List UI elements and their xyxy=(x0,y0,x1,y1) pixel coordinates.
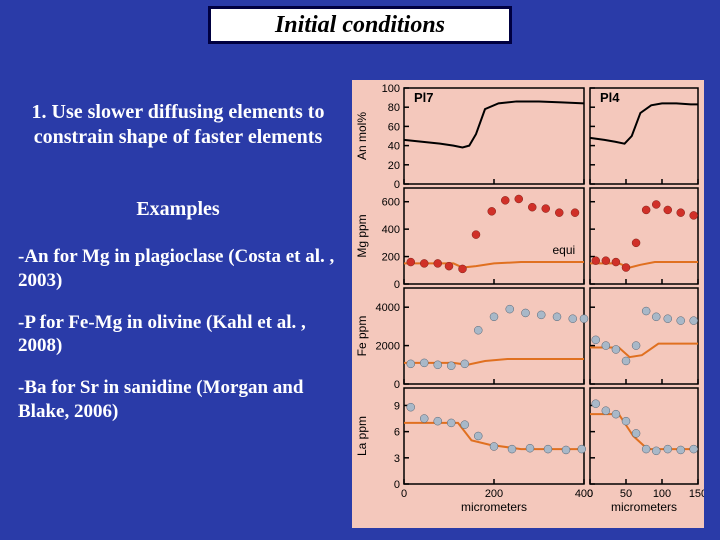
svg-text:0: 0 xyxy=(401,488,407,500)
svg-text:0: 0 xyxy=(394,479,400,491)
point-1: 1. Use slower diffusing elements to cons… xyxy=(18,100,338,150)
svg-text:200: 200 xyxy=(485,488,503,500)
svg-text:micrometers: micrometers xyxy=(461,500,527,514)
left-column: 1. Use slower diffusing elements to cons… xyxy=(18,100,338,442)
svg-text:0: 0 xyxy=(394,179,400,191)
bullet-1: -An for Mg in plagioclase (Costa et al. … xyxy=(18,245,338,293)
svg-text:micrometers: micrometers xyxy=(611,500,677,514)
svg-text:40: 40 xyxy=(388,141,400,153)
chart-panel: 020406080100An mol%Pl7Pl40200400600Mg pp… xyxy=(352,80,704,528)
svg-text:50: 50 xyxy=(620,488,632,500)
svg-text:3: 3 xyxy=(394,453,400,465)
svg-text:An mol%: An mol% xyxy=(355,112,369,160)
svg-text:equi: equi xyxy=(553,243,576,257)
svg-text:100: 100 xyxy=(653,488,671,500)
svg-text:80: 80 xyxy=(388,102,400,114)
svg-text:Pl4: Pl4 xyxy=(600,90,620,105)
svg-text:100: 100 xyxy=(382,83,400,95)
bullet-3: -Ba for Sr in sanidine (Morgan and Blake… xyxy=(18,376,338,424)
chart-svg: 020406080100An mol%Pl7Pl40200400600Mg pp… xyxy=(352,80,704,528)
svg-text:Mg ppm: Mg ppm xyxy=(355,214,369,257)
svg-text:150: 150 xyxy=(689,488,704,500)
svg-text:20: 20 xyxy=(388,160,400,172)
svg-text:2000: 2000 xyxy=(376,341,400,353)
bullet-2: -P for Fe-Mg in olivine (Kahl et al. , 2… xyxy=(18,311,338,359)
slide-title: Initial conditions xyxy=(275,12,445,39)
svg-text:0: 0 xyxy=(587,488,593,500)
svg-text:La ppm: La ppm xyxy=(355,416,369,456)
examples-heading: Examples xyxy=(18,198,338,221)
svg-text:4000: 4000 xyxy=(376,302,400,314)
svg-text:200: 200 xyxy=(382,252,400,264)
svg-text:9: 9 xyxy=(394,400,400,412)
svg-text:Fe ppm: Fe ppm xyxy=(355,316,369,357)
svg-text:600: 600 xyxy=(382,197,400,209)
svg-text:60: 60 xyxy=(388,121,400,133)
svg-text:400: 400 xyxy=(382,224,400,236)
svg-text:0: 0 xyxy=(394,379,400,391)
svg-text:6: 6 xyxy=(394,427,400,439)
svg-text:0: 0 xyxy=(394,279,400,291)
slide-root: Initial conditions 1. Use slower diffusi… xyxy=(0,0,720,540)
title-box: Initial conditions xyxy=(208,6,512,44)
svg-text:Pl7: Pl7 xyxy=(414,90,434,105)
